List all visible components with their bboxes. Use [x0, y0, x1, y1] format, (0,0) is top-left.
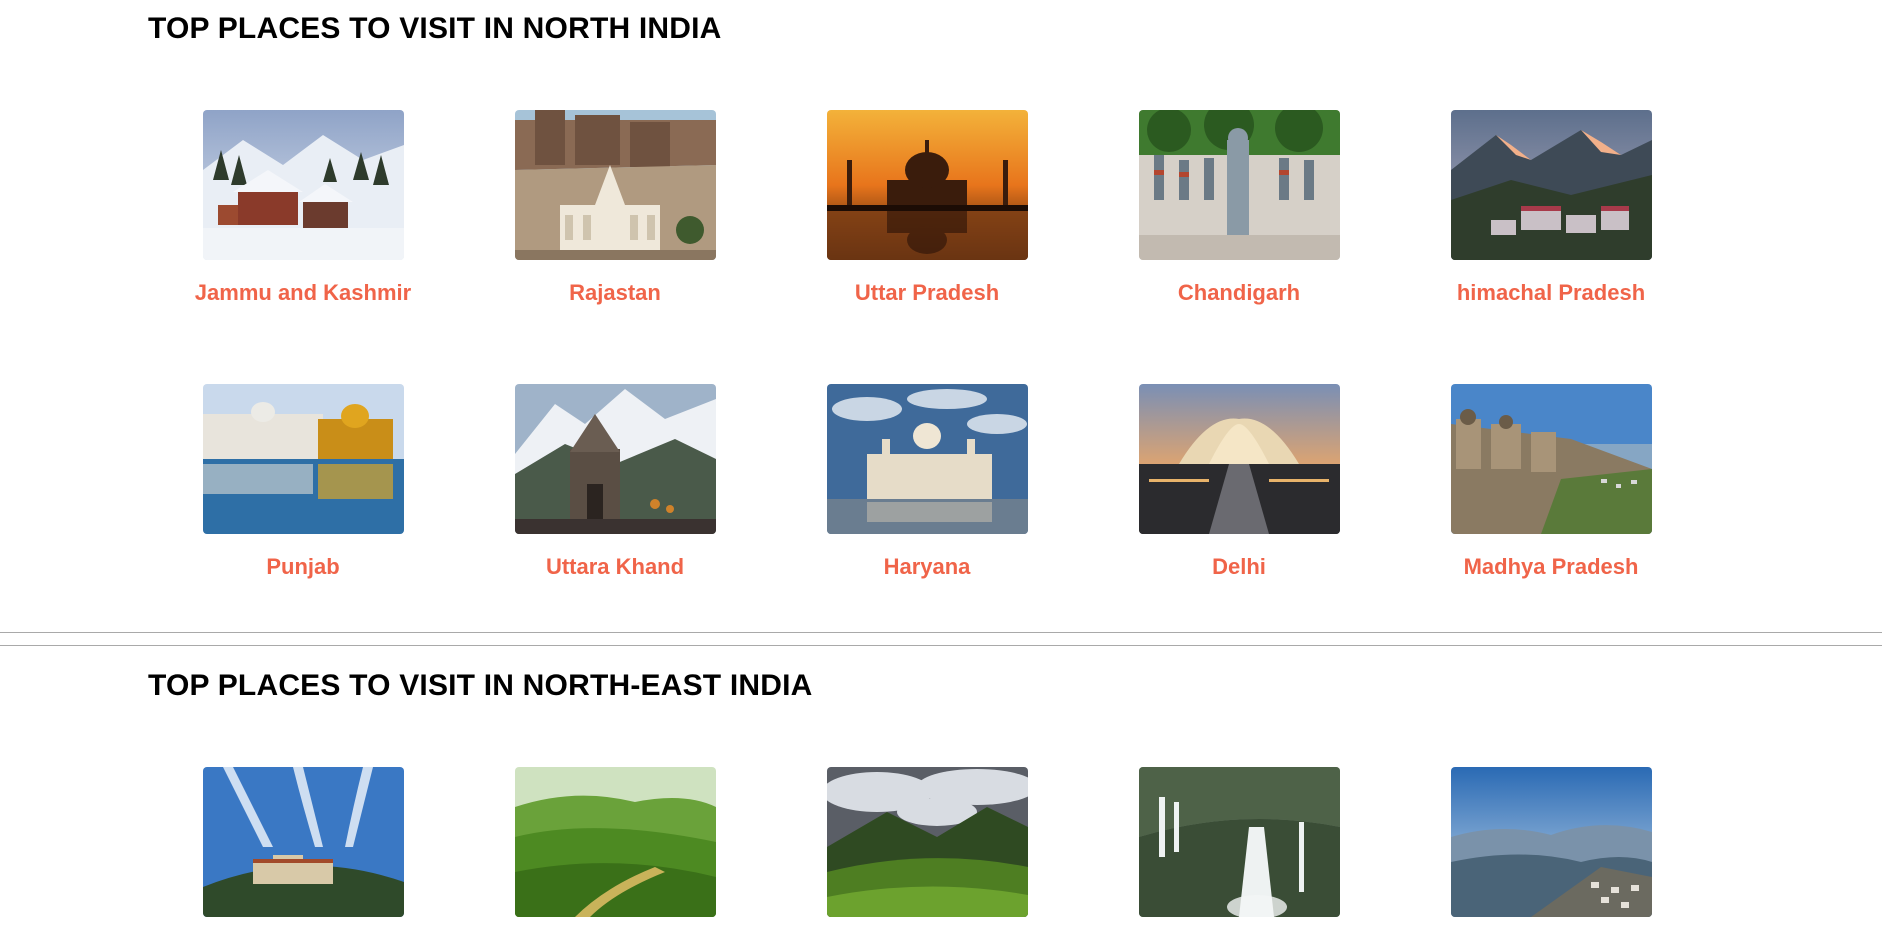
place-name[interactable]: Punjab [147, 554, 459, 580]
place-card-jammu-kashmir[interactable]: Jammu and Kashmir [147, 110, 459, 306]
place-photo[interactable] [1450, 110, 1652, 260]
place-card-punjab[interactable]: Punjab [147, 384, 459, 580]
taj-mahal-sunset-image [826, 110, 1028, 260]
place-card-uttara-khand[interactable]: Uttara Khand [459, 384, 771, 580]
gwalior-fort-image [1450, 384, 1652, 534]
misty-valley-town-image [1450, 767, 1652, 917]
place-name[interactable]: Delhi [1083, 554, 1395, 580]
north-section-title: TOP PLACES TO VISIT IN NORTH INDIA [148, 12, 722, 45]
section-divider-bottom [0, 645, 1882, 646]
place-card-northeast-2[interactable] [459, 767, 771, 935]
place-photo[interactable] [1450, 384, 1652, 534]
place-photo[interactable] [1138, 384, 1340, 534]
place-card-himachal-pradesh[interactable]: himachal Pradesh [1395, 110, 1707, 306]
place-photo[interactable] [1138, 767, 1340, 917]
place-photo[interactable] [514, 767, 716, 917]
place-card-chandigarh[interactable]: Chandigarh [1083, 110, 1395, 306]
place-photo[interactable] [202, 384, 404, 534]
mountain-town-image [1450, 110, 1652, 260]
monastery-hill-image [202, 767, 404, 917]
place-name[interactable]: Jammu and Kashmir [147, 280, 459, 306]
section-divider-top [0, 632, 1882, 633]
place-photo[interactable] [826, 384, 1028, 534]
lotus-temple-image [1138, 384, 1340, 534]
place-card-uttar-pradesh[interactable]: Uttar Pradesh [771, 110, 1083, 306]
place-photo[interactable] [514, 384, 716, 534]
palace-lake-image [826, 384, 1028, 534]
place-photo[interactable] [826, 767, 1028, 917]
place-card-madhya-pradesh[interactable]: Madhya Pradesh [1395, 384, 1707, 580]
golden-temple-image [202, 384, 404, 534]
place-photo[interactable] [202, 110, 404, 260]
waterfall-image [1138, 767, 1340, 917]
rock-garden-statues-image [1138, 110, 1340, 260]
place-photo[interactable] [826, 110, 1028, 260]
place-name[interactable]: Uttar Pradesh [771, 280, 1083, 306]
place-name[interactable]: Haryana [771, 554, 1083, 580]
place-name[interactable]: himachal Pradesh [1395, 280, 1707, 306]
place-name[interactable]: Rajastan [459, 280, 771, 306]
place-card-rajastan[interactable]: Rajastan [459, 110, 771, 306]
place-name[interactable]: Chandigarh [1083, 280, 1395, 306]
snowy-village-image [202, 110, 404, 260]
fort-palace-image [514, 110, 716, 260]
place-card-northeast-4[interactable] [1083, 767, 1395, 935]
place-name[interactable]: Uttara Khand [459, 554, 771, 580]
northeast-section-title: TOP PLACES TO VISIT IN NORTH-EAST INDIA [148, 669, 813, 702]
place-card-delhi[interactable]: Delhi [1083, 384, 1395, 580]
tea-terraces-image [514, 767, 716, 917]
place-photo[interactable] [514, 110, 716, 260]
place-card-northeast-3[interactable] [771, 767, 1083, 935]
kedarnath-temple-image [514, 384, 716, 534]
place-photo[interactable] [1138, 110, 1340, 260]
place-photo[interactable] [202, 767, 404, 917]
page: TOP PLACES TO VISIT IN NORTH INDIA Jammu… [0, 0, 1882, 935]
green-hills-clouds-image [826, 767, 1028, 917]
place-photo[interactable] [1450, 767, 1652, 917]
place-name[interactable]: Madhya Pradesh [1395, 554, 1707, 580]
place-card-northeast-1[interactable] [147, 767, 459, 935]
place-card-northeast-5[interactable] [1395, 767, 1707, 935]
place-card-haryana[interactable]: Haryana [771, 384, 1083, 580]
